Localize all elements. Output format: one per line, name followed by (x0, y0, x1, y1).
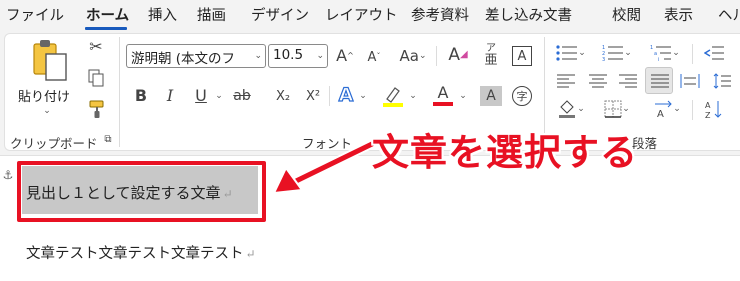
underline-button[interactable]: U (192, 86, 210, 106)
character-shading-icon[interactable]: A (480, 86, 502, 106)
enclosed-character-icon[interactable]: 字 (512, 86, 532, 106)
superscript-button[interactable]: X² (302, 86, 324, 106)
tab-review[interactable]: 校閲 (612, 4, 641, 25)
highlighter-dropdown-icon[interactable]: ⌄ (408, 90, 418, 102)
divider (329, 86, 330, 106)
group-divider (119, 37, 120, 147)
clipboard-launcher-icon[interactable]: ⧉ (102, 134, 114, 146)
justify-icon (648, 70, 672, 92)
paste-button[interactable]: 貼り付け (18, 86, 70, 105)
tab-view[interactable]: 表示 (664, 4, 693, 25)
shading-icon[interactable]: ⌄ (554, 98, 588, 120)
align-right-icon[interactable] (616, 70, 640, 92)
tab-mailings[interactable]: 差し込み文書 (485, 4, 572, 25)
italic-button[interactable]: I (162, 86, 178, 106)
sort-icon[interactable]: AZ (702, 98, 726, 120)
svg-text:A: A (657, 109, 664, 118)
annotation-text: 文章を選択する (372, 131, 638, 174)
menu-tab-bar: ファイル ホーム 挿入 描画 デザイン レイアウト 参考資料 差し込み文書 校閲… (0, 0, 740, 30)
align-left-icon[interactable] (554, 70, 578, 92)
bold-button[interactable]: B (132, 86, 150, 106)
paragraph-mark: ↵ (245, 247, 256, 261)
font-size-combo[interactable]: 10.5 ⌄ (268, 44, 328, 68)
svg-text:3: 3 (602, 57, 605, 61)
paste-dropdown-icon[interactable]: ⌄ (42, 106, 52, 116)
svg-text:a: a (654, 51, 657, 57)
divider (436, 46, 437, 66)
paste-icon[interactable] (26, 38, 76, 84)
font-size-value: 10.5 (273, 47, 304, 63)
chevron-down-icon: ⌄ (254, 51, 262, 61)
font-name-value: 游明朝 (本文のフ (131, 51, 236, 67)
ruby-icon[interactable]: ア亜 (482, 42, 500, 68)
cut-icon[interactable]: ✂ (86, 37, 106, 57)
subscript-button[interactable]: X₂ (272, 86, 294, 106)
tab-home[interactable]: ホーム (86, 4, 129, 25)
strikethrough-button[interactable]: ab (230, 86, 254, 106)
line-spacing-icon[interactable] (710, 70, 734, 92)
divider (692, 100, 693, 120)
font-color-swatch (433, 101, 453, 106)
font-color-dropdown-icon[interactable]: ⌄ (458, 90, 468, 102)
svg-text:A: A (705, 101, 711, 110)
anchor-icon: ⚓ (2, 168, 14, 182)
tab-draw[interactable]: 描画 (197, 4, 226, 25)
clear-formatting-icon[interactable]: A ◢ (446, 44, 470, 66)
body-paragraph[interactable]: 文章テスト文章テスト文章テスト ↵ (26, 242, 256, 263)
annotation-arrow (272, 140, 377, 195)
svg-text:i: i (658, 57, 659, 61)
text-effects-icon[interactable]: A (336, 84, 356, 106)
tab-insert[interactable]: 挿入 (148, 4, 177, 25)
clipboard-group-label: クリップボード (10, 136, 98, 151)
font-color-icon[interactable]: A (432, 82, 454, 108)
tab-design[interactable]: デザイン (251, 4, 309, 25)
tab-help[interactable]: ヘル (718, 4, 740, 25)
chevron-down-icon: ⌄ (316, 51, 324, 61)
underline-dropdown-icon[interactable]: ⌄ (214, 90, 224, 102)
divider (692, 44, 693, 64)
distributed-icon[interactable] (678, 70, 702, 92)
copy-icon[interactable] (86, 68, 106, 88)
bullets-icon[interactable]: ⌄ (554, 42, 588, 64)
text-effects-dropdown-icon[interactable]: ⌄ (358, 90, 368, 102)
tab-file[interactable]: ファイル (6, 4, 64, 25)
tab-references[interactable]: 参考資料 (411, 4, 469, 25)
svg-text:Z: Z (705, 111, 711, 119)
body-text: 文章テスト文章テスト文章テスト (26, 246, 244, 262)
change-case-icon[interactable]: Aa ⌄ (396, 46, 430, 66)
tab-layout[interactable]: レイアウト (325, 4, 398, 25)
decrease-indent-icon[interactable] (702, 42, 726, 64)
align-center-icon[interactable] (586, 70, 610, 92)
grow-font-icon[interactable]: A ^ (334, 46, 356, 66)
text-direction-icon[interactable]: A ⌄ (650, 98, 684, 120)
enclose-characters-icon[interactable]: A (512, 46, 532, 66)
format-painter-icon[interactable] (86, 98, 108, 120)
highlight-box (17, 161, 266, 222)
borders-icon[interactable]: ⌄ (600, 98, 634, 120)
font-name-combo[interactable]: 游明朝 (本文のフ ⌄ (126, 44, 266, 68)
multilevel-list-icon[interactable]: 1ai ⌄ (648, 42, 682, 64)
shrink-font-icon[interactable]: Aˇ (364, 48, 384, 66)
numbering-icon[interactable]: 123 ⌄ (600, 42, 634, 64)
svg-text:1: 1 (650, 45, 653, 51)
highlighter-icon[interactable] (380, 84, 406, 108)
